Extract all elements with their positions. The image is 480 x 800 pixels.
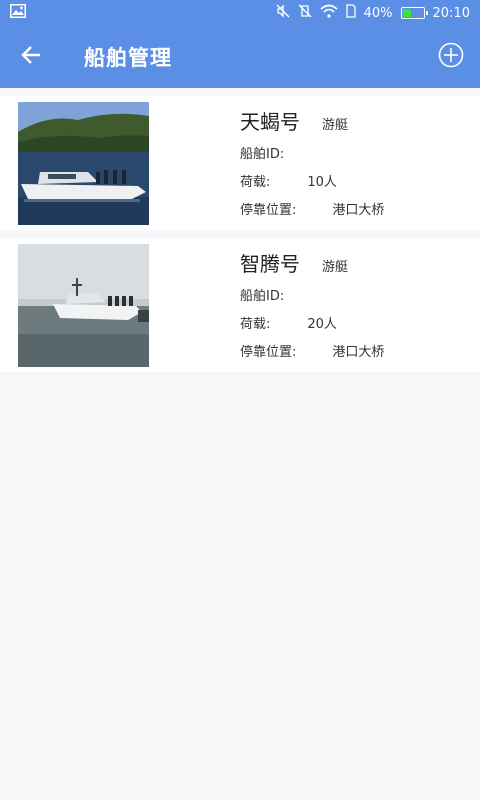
location-row: 停靠位置: 港口大桥: [240, 194, 470, 222]
boat-id-label: 船舶ID:: [240, 288, 285, 304]
capacity-value: 10人: [307, 174, 337, 190]
add-boat-button[interactable]: [436, 42, 466, 72]
boat-card[interactable]: 天蝎号 游艇 船舶ID: 荷载: 10人 停靠位置: 港口大桥: [0, 96, 480, 230]
boat-id-label: 船舶ID:: [240, 146, 285, 162]
location-row: 停靠位置: 港口大桥: [240, 336, 470, 364]
boat-type: 游艇: [322, 118, 349, 133]
mute-icon: [276, 4, 290, 22]
back-button[interactable]: [0, 26, 62, 88]
name-row: 天蝎号 游艇: [240, 106, 470, 138]
boat-name: 智腾号: [240, 252, 300, 276]
app-bar: 船舶管理: [0, 26, 480, 88]
boat-list: 天蝎号 游艇 船舶ID: 荷载: 10人 停靠位置: 港口大桥 智腾号 游艇 船…: [0, 96, 480, 380]
add-circle-icon: [438, 42, 464, 72]
boat-info: 智腾号 游艇 船舶ID: 荷载: 20人 停靠位置: 港口大桥: [240, 248, 470, 364]
sim-icon: [345, 4, 356, 22]
clock: 20:10: [432, 5, 470, 21]
boat-info: 天蝎号 游艇 船舶ID: 荷载: 10人 停靠位置: 港口大桥: [240, 106, 470, 222]
status-bar: 40% 20:10: [0, 0, 480, 26]
boat-card[interactable]: 智腾号 游艇 船舶ID: 荷载: 20人 停靠位置: 港口大桥: [0, 238, 480, 372]
vibrate-off-icon: [298, 4, 312, 22]
location-label: 停靠位置:: [240, 344, 297, 360]
page-title: 船舶管理: [84, 46, 172, 70]
status-right: 40% 20:10: [276, 4, 470, 22]
status-left: [10, 4, 26, 22]
battery-fill: [402, 9, 412, 17]
image-icon: [10, 4, 26, 22]
boat-photo: [18, 102, 149, 225]
wifi-icon: [320, 4, 338, 22]
name-row: 智腾号 游艇: [240, 248, 470, 280]
battery-percent: 40%: [363, 5, 393, 21]
boat-name: 天蝎号: [240, 110, 300, 134]
location-value: 港口大桥: [332, 344, 385, 360]
boat-id-row: 船舶ID:: [240, 280, 470, 308]
capacity-row: 荷载: 10人: [240, 166, 470, 194]
capacity-label: 荷载:: [240, 316, 271, 332]
capacity-row: 荷载: 20人: [240, 308, 470, 336]
location-label: 停靠位置:: [240, 202, 297, 218]
battery-icon: [400, 7, 428, 19]
capacity-label: 荷载:: [240, 174, 271, 190]
back-arrow-icon: [20, 45, 42, 69]
boat-photo: [18, 244, 149, 367]
boat-type: 游艇: [322, 260, 349, 275]
boat-id-row: 船舶ID:: [240, 138, 470, 166]
capacity-value: 20人: [307, 316, 337, 332]
location-value: 港口大桥: [332, 202, 385, 218]
